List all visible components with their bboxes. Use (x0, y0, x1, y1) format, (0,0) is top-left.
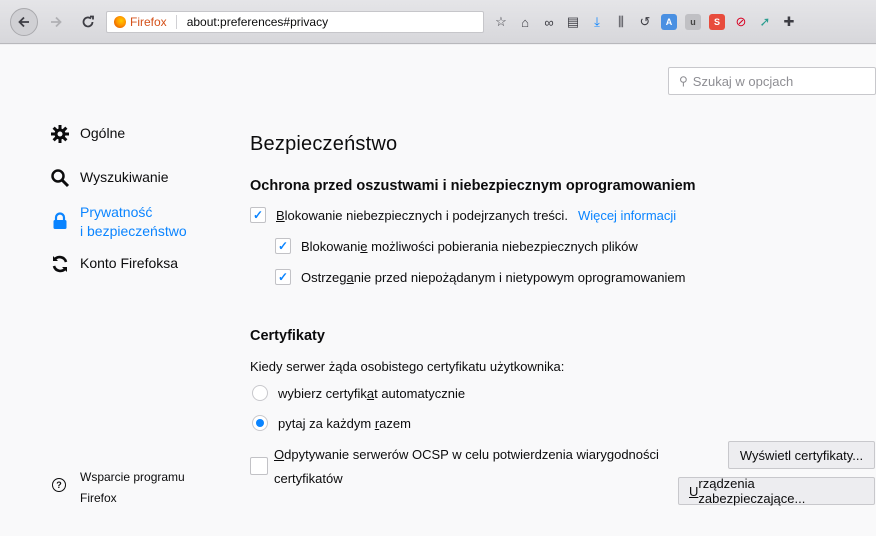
sidebar-item-general[interactable]: Ogólne (50, 124, 125, 144)
view-certificates-button[interactable]: Wyświetl certyfikaty... (728, 441, 875, 469)
download-icon[interactable]: ⤓ (586, 11, 608, 33)
puzzle-icon[interactable]: ✚ (778, 11, 800, 33)
ocsp-label[interactable]: Odpytywanie serwerów OCSP w celu potwier… (274, 443, 694, 491)
cert-auto-row: wybierz certyfikat automatycznie (252, 385, 465, 401)
star-icon[interactable]: ☆ (490, 11, 512, 33)
block-dangerous-label[interactable]: Blokowanie niebezpiecznych i podejrzanyc… (276, 208, 568, 223)
print-icon[interactable]: ▤ (562, 11, 584, 33)
preferences-page: ⚲ Szukaj w opcjach Ogólne Wyszukiwanie P… (0, 45, 876, 536)
sidebar-item-sync[interactable]: Konto Firefoksa (50, 254, 178, 274)
ocsp-row: Odpytywanie serwerów OCSP w celu potwier… (250, 443, 694, 491)
reload-button[interactable] (76, 10, 100, 34)
navigation-toolbar: Firefox about:preferences#privacy ☆ ⌂ ∞ … (0, 0, 876, 44)
gear-icon (50, 124, 70, 144)
sync-icon (50, 254, 70, 274)
cert-ask-label[interactable]: pytaj za każdym razem (278, 416, 411, 431)
reload-icon (82, 15, 94, 28)
cert-ask-row: pytaj za każdym razem (252, 415, 411, 431)
block-downloads-row: ✓ Blokowanie możliwości pobierania niebe… (275, 238, 638, 254)
ublock-icon[interactable]: u (682, 11, 704, 33)
lock-icon (50, 211, 70, 231)
back-button[interactable] (10, 8, 38, 36)
arrow-extension-icon[interactable]: ➚ (754, 11, 776, 33)
certificates-title: Certyfikaty (250, 328, 325, 344)
url-bar[interactable]: Firefox about:preferences#privacy (106, 11, 484, 33)
sidebar-item-label: Wyszukiwanie (80, 169, 169, 185)
block-downloads-checkbox[interactable]: ✓ (275, 238, 291, 254)
s-extension-icon[interactable]: S (706, 11, 728, 33)
search-input[interactable]: ⚲ Szukaj w opcjach (668, 67, 876, 95)
block-dangerous-row: ✓ Blokowanie niebezpiecznych i podejrzan… (250, 207, 676, 223)
translate-icon[interactable]: A (658, 11, 680, 33)
warn-unwanted-label[interactable]: Ostrzeganie przed niepożądanym i nietypo… (301, 270, 685, 285)
ocsp-checkbox[interactable] (250, 457, 268, 475)
forward-arrow-icon (51, 16, 62, 28)
sidebar-item-label: Ogólne (80, 125, 126, 141)
infinity-icon[interactable]: ∞ (538, 11, 560, 33)
sidebar-item-label: Konto Firefoksa (80, 255, 179, 271)
firefox-logo-icon (114, 16, 126, 28)
block-extension-icon[interactable]: ⊘ (730, 11, 752, 33)
back-arrow-icon (18, 16, 29, 28)
block-dangerous-checkbox[interactable]: ✓ (250, 207, 266, 223)
cert-ask-radio[interactable] (252, 415, 268, 431)
forward-button[interactable] (44, 10, 68, 34)
url-text[interactable]: about:preferences#privacy (187, 15, 328, 29)
help-icon: ? (52, 478, 66, 492)
block-downloads-label[interactable]: Blokowanie możliwości pobierania niebezp… (301, 239, 638, 254)
sidebar-item-label-line2: i bezpieczeństwo (80, 223, 187, 239)
security-devices-button[interactable]: Urządzenia zabezpieczające... (678, 476, 875, 506)
support-link[interactable]: ? Wsparcie programu Firefox (52, 467, 210, 509)
search-icon: ⚲ (679, 74, 688, 88)
cert-auto-label[interactable]: wybierz certyfikat automatycznie (278, 386, 465, 401)
toolbar-icons: ☆ ⌂ ∞ ▤ ⤓ ⫼ ↺ A u S ⊘ ➚ ✚ (490, 11, 876, 33)
sidebar-item-privacy[interactable]: Prywatność i bezpieczeństwo (50, 203, 187, 241)
home-icon[interactable]: ⌂ (514, 11, 536, 33)
cert-auto-radio[interactable] (252, 385, 268, 401)
category-sidebar: Ogólne Wyszukiwanie Prywatność i bezpiec… (0, 45, 230, 536)
identity-separator (175, 15, 177, 29)
search-icon (50, 168, 70, 188)
browser-window: Firefox about:preferences#privacy ☆ ⌂ ∞ … (0, 0, 876, 536)
history-icon[interactable]: ↺ (634, 11, 656, 33)
sidebar-item-label-line1: Prywatność (80, 204, 153, 220)
support-label: Wsparcie programu Firefox (80, 470, 185, 505)
learn-more-link[interactable]: Więcej informacji (578, 208, 676, 223)
warn-unwanted-row: ✓ Ostrzeganie przed niepożądanym i niety… (275, 269, 685, 285)
warn-unwanted-checkbox[interactable]: ✓ (275, 269, 291, 285)
sidebar-item-search[interactable]: Wyszukiwanie (50, 168, 169, 188)
fraud-protection-title: Ochrona przed oszustwami i niebezpieczny… (250, 178, 696, 194)
identity-box[interactable]: Firefox (107, 15, 167, 29)
sidebar-item-label: Prywatność i bezpieczeństwo (80, 203, 187, 241)
library-icon[interactable]: ⫼ (610, 11, 632, 33)
section-title: Bezpieczeństwo (250, 133, 398, 155)
search-placeholder: Szukaj w opcjach (692, 73, 794, 89)
identity-label: Firefox (130, 15, 167, 29)
cert-question: Kiedy serwer żąda osobistego certyfikatu… (250, 359, 565, 374)
